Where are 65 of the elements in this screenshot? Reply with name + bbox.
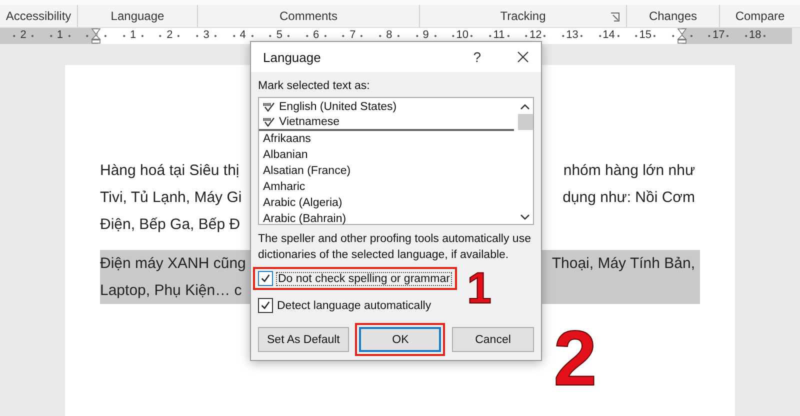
ribbon-group-label: Accessibility xyxy=(6,9,72,23)
ruler-number: 17 xyxy=(711,28,726,42)
language-item[interactable]: Arabic (Algeria) xyxy=(259,195,517,211)
ruler-number: 6 xyxy=(312,28,320,42)
ribbon-group-label: Comments xyxy=(279,9,338,23)
ruler-number: 4 xyxy=(238,28,247,42)
dialog-button[interactable]: Set As Default xyxy=(258,327,349,352)
ribbon-group-label: Compare xyxy=(735,9,785,23)
ruler-number: 15 xyxy=(638,28,653,42)
ruler-number: 13 xyxy=(565,28,580,42)
close-icon[interactable] xyxy=(517,51,529,63)
document-text: Hàng hoá tại Siêu thị xyxy=(100,162,240,179)
ok-button[interactable]: OK xyxy=(359,327,442,352)
ribbon-group-label: Language xyxy=(110,9,164,23)
ruler-number: 2 xyxy=(166,28,174,42)
checkbox-label[interactable]: Detect language automatically xyxy=(277,300,432,312)
spelling-check-icon xyxy=(263,102,275,112)
ruler-number: 3 xyxy=(202,28,210,42)
checkmark-icon xyxy=(260,273,271,284)
checkbox[interactable] xyxy=(258,271,273,286)
ruler-number: 11 xyxy=(492,28,506,42)
help-button[interactable]: ? xyxy=(473,49,481,65)
document-text: dụng như: Nồi Cơm xyxy=(562,189,695,206)
document-text: nhóm hàng lớn như xyxy=(563,162,695,179)
ruler-number: 8 xyxy=(385,28,394,42)
description-text: The speller and other proofing tools automatically use dictionaries of the selected language, if available. xyxy=(258,232,532,263)
dialog-button[interactable]: Cancel xyxy=(452,327,534,352)
checkbox-label[interactable]: Do not check spelling or grammar xyxy=(277,272,451,284)
ruler-number: 18 xyxy=(748,28,762,42)
ruler-number: 1 xyxy=(129,28,138,42)
language-item[interactable]: Amharic xyxy=(259,179,517,195)
document-text: Điện máy XANH cũng xyxy=(100,255,246,272)
checkbox[interactable] xyxy=(258,298,273,313)
indent-marker-icon[interactable] xyxy=(676,28,688,44)
document-text: Điện, Bếp Ga, Bếp Đ xyxy=(100,216,240,233)
ruler-number: 7 xyxy=(348,28,357,42)
ruler-number: 12 xyxy=(528,28,543,42)
ruler-number: 1 xyxy=(56,28,64,42)
document-text: Laptop, Phụ Kiện… c xyxy=(100,282,242,299)
dialog-launcher-icon[interactable] xyxy=(610,12,620,22)
scroll-down-icon[interactable] xyxy=(520,214,530,220)
ruler-number: 9 xyxy=(422,28,430,42)
language-item[interactable]: Vietnamese xyxy=(259,115,514,131)
language-item[interactable]: Albanian xyxy=(259,147,517,163)
step-number: 1 xyxy=(466,267,492,311)
ruler-number: 2 xyxy=(19,28,28,42)
list-label: Mark selected text as: xyxy=(258,80,371,92)
ruler-number: 10 xyxy=(455,28,470,42)
ruler-number: 14 xyxy=(602,28,616,42)
ribbon-group-label: Tracking xyxy=(500,9,546,23)
scroll-up-icon[interactable] xyxy=(520,104,530,110)
indent-marker-icon[interactable] xyxy=(90,28,102,44)
document-text: Thoại, Máy Tính Bản, xyxy=(552,255,695,272)
language-item[interactable]: English (United States) xyxy=(259,99,517,115)
spelling-check-icon xyxy=(263,117,275,127)
checkmark-icon xyxy=(260,300,271,311)
language-item[interactable]: Afrikaans xyxy=(259,131,517,147)
document-text: Tivi, Tủ Lạnh, Máy Gi xyxy=(100,189,242,206)
step-number: 2 xyxy=(553,319,597,397)
scroll-thumb[interactable] xyxy=(518,114,532,130)
ribbon-group-label: Changes xyxy=(648,9,698,23)
dialog-title: Language xyxy=(263,50,322,64)
ruler-number: 5 xyxy=(275,28,284,42)
language-item[interactable]: Alsatian (France) xyxy=(259,163,517,179)
language-item[interactable]: Arabic (Bahrain) xyxy=(259,211,517,227)
